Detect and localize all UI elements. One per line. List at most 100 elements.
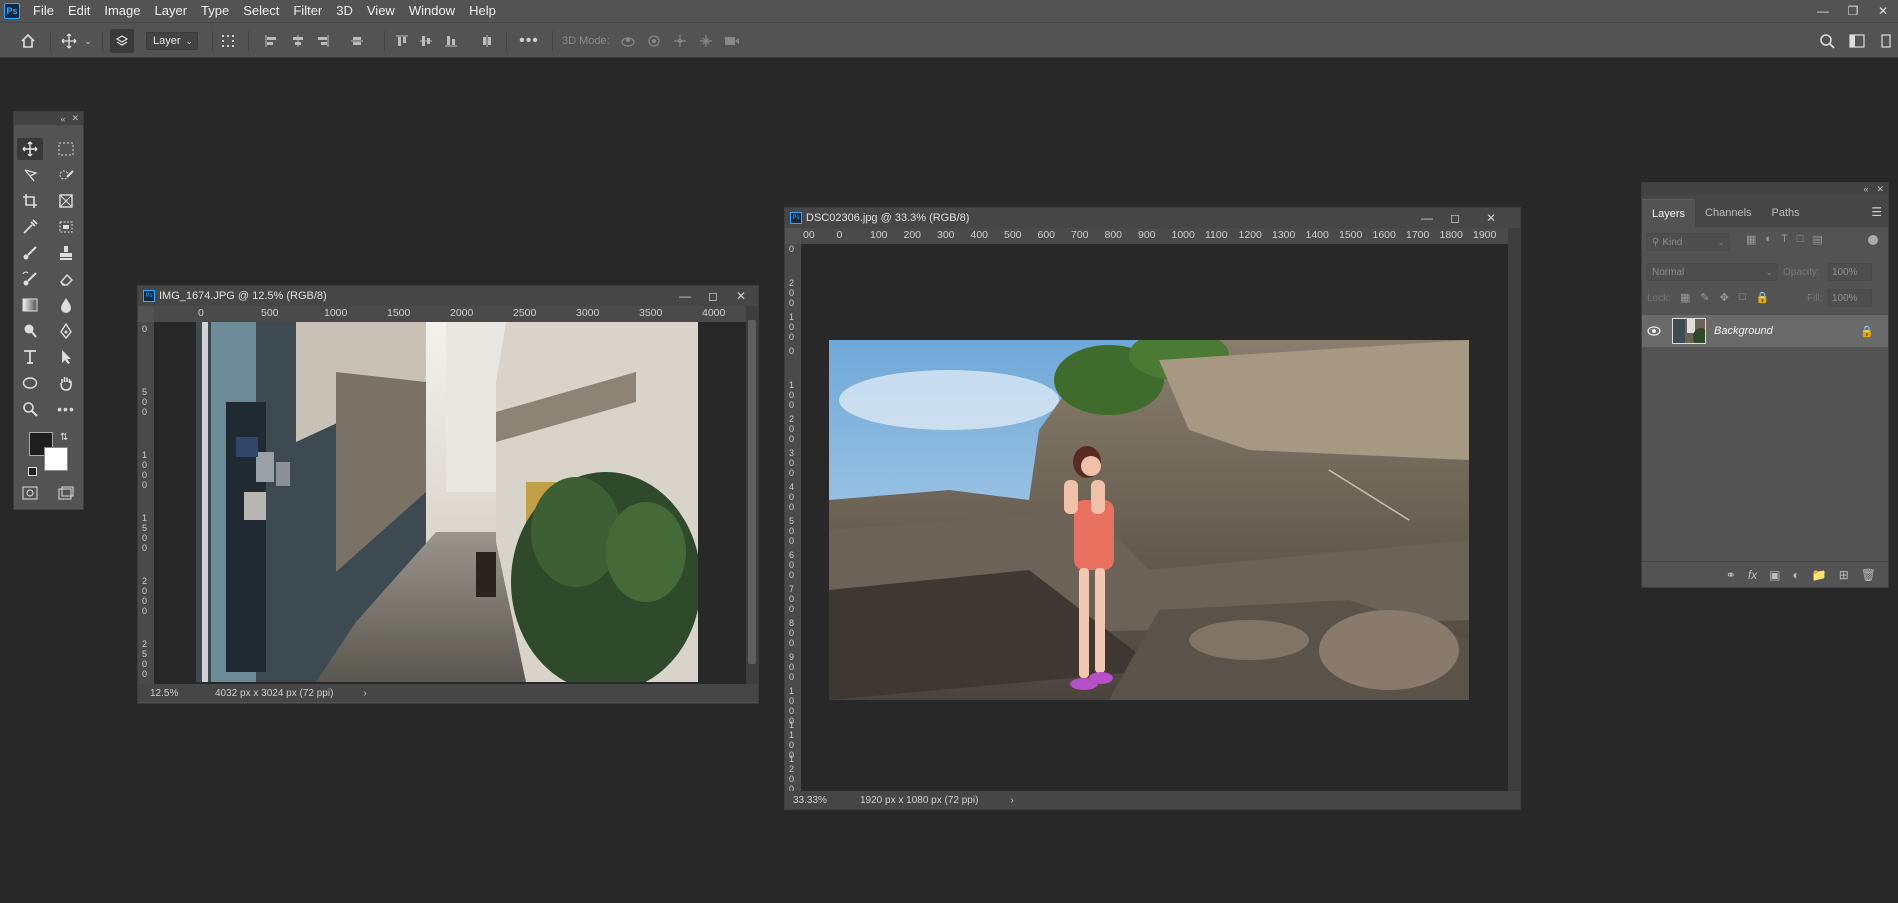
type-tool[interactable] bbox=[17, 346, 43, 368]
vertical-scrollbar[interactable] bbox=[1508, 228, 1520, 791]
align-left-icon[interactable] bbox=[262, 29, 280, 53]
move-tool[interactable] bbox=[17, 138, 43, 160]
mask-icon[interactable]: ▣ bbox=[1769, 568, 1780, 582]
canvas-area[interactable] bbox=[154, 322, 746, 684]
eye-icon[interactable] bbox=[1642, 326, 1666, 336]
distribute-icon[interactable] bbox=[218, 29, 238, 53]
distribute-vertical-icon[interactable] bbox=[478, 29, 496, 53]
zoom-level[interactable]: 33.33% bbox=[785, 795, 835, 806]
chevron-right-icon[interactable]: › bbox=[1010, 795, 1013, 806]
quick-mask[interactable] bbox=[17, 482, 43, 504]
zoom-level[interactable]: 12.5% bbox=[138, 688, 188, 699]
close-icon[interactable]: ✕ bbox=[1868, 0, 1898, 22]
eyedropper-tool[interactable] bbox=[17, 216, 43, 238]
canvas-area[interactable] bbox=[801, 244, 1508, 791]
tab-paths[interactable]: Paths bbox=[1762, 199, 1810, 227]
collapse-icon[interactable]: « bbox=[1863, 184, 1868, 194]
close-icon[interactable]: ✕ bbox=[1480, 208, 1502, 228]
panel-menu-icon[interactable]: ☰ bbox=[1871, 205, 1882, 219]
move-icon[interactable] bbox=[58, 29, 80, 53]
quick-selection-tool[interactable] bbox=[53, 164, 79, 186]
layer-row-background[interactable]: Background 🔒 bbox=[1642, 315, 1888, 347]
maximize-icon[interactable]: ◻ bbox=[702, 286, 724, 306]
filter-smart-object-icon[interactable]: ▤ bbox=[1812, 233, 1822, 246]
chevron-right-icon[interactable]: › bbox=[363, 688, 366, 699]
tab-channels[interactable]: Channels bbox=[1695, 199, 1761, 227]
filter-shape-icon[interactable]: □ bbox=[1797, 233, 1804, 246]
lock-position-icon[interactable]: ✥ bbox=[1720, 291, 1729, 304]
close-icon[interactable]: ✕ bbox=[71, 113, 79, 124]
fx-icon[interactable]: fx bbox=[1748, 568, 1757, 582]
minimize-icon[interactable]: — bbox=[1416, 208, 1438, 228]
background-color-swatch[interactable] bbox=[44, 447, 68, 471]
layers-auto-select-icon[interactable] bbox=[110, 29, 134, 53]
layer-name[interactable]: Background bbox=[1714, 325, 1773, 337]
menu-file[interactable]: File bbox=[26, 0, 61, 22]
menu-view[interactable]: View bbox=[360, 0, 402, 22]
align-bottom-icon[interactable] bbox=[442, 29, 460, 53]
document-title-bar[interactable]: Ps DSC02306.jpg @ 33.3% (RGB/8) — ◻ ✕ bbox=[785, 208, 1520, 228]
restore-icon[interactable]: ❐ bbox=[1838, 0, 1868, 22]
new-layer-icon[interactable]: ⊞ bbox=[1839, 568, 1849, 582]
menu-select[interactable]: Select bbox=[236, 0, 286, 22]
tab-layers[interactable]: Layers bbox=[1642, 199, 1696, 227]
opacity-field[interactable]: 100% bbox=[1828, 263, 1872, 281]
menu-filter[interactable]: Filter bbox=[286, 0, 329, 22]
marquee-tool[interactable] bbox=[53, 138, 79, 160]
close-icon[interactable]: ✕ bbox=[730, 286, 752, 306]
panel-header[interactable]: «✕ bbox=[1642, 183, 1888, 195]
toolbox-header[interactable]: «✕ bbox=[14, 112, 83, 125]
crop-tool[interactable] bbox=[17, 190, 43, 212]
lasso-tool[interactable] bbox=[17, 164, 43, 186]
stamp-tool[interactable] bbox=[53, 242, 79, 264]
ellipse-tool[interactable] bbox=[17, 372, 43, 394]
group-icon[interactable]: 📁 bbox=[1812, 568, 1827, 582]
align-right-icon[interactable] bbox=[314, 29, 332, 53]
pan-3d-icon[interactable] bbox=[669, 29, 691, 53]
minimize-icon[interactable]: — bbox=[1808, 0, 1838, 22]
workspace-icon[interactable] bbox=[1846, 29, 1868, 53]
align-top-icon[interactable] bbox=[393, 29, 411, 53]
adjustment-icon[interactable]: ◐ bbox=[1793, 568, 1800, 582]
chevron-down-icon[interactable]: ⌄ bbox=[82, 29, 94, 53]
auto-select-dropdown[interactable]: Layer ⌄ bbox=[146, 32, 198, 50]
filter-toggle-icon[interactable] bbox=[1868, 235, 1878, 245]
collapse-icon[interactable]: « bbox=[60, 114, 65, 124]
filter-type-icon[interactable]: T bbox=[1781, 233, 1788, 246]
search-icon[interactable] bbox=[1816, 29, 1838, 53]
maximize-icon[interactable]: ◻ bbox=[1444, 208, 1466, 228]
roll-3d-icon[interactable] bbox=[643, 29, 665, 53]
pen-tool[interactable] bbox=[53, 320, 79, 342]
history-brush-tool[interactable] bbox=[17, 268, 43, 290]
document-title-bar[interactable]: Ps IMG_1674.JPG @ 12.5% (RGB/8) — ◻ ✕ bbox=[138, 286, 758, 306]
blur-tool[interactable] bbox=[53, 294, 79, 316]
frame-tool[interactable] bbox=[53, 190, 79, 212]
align-horizontal-center-icon[interactable] bbox=[289, 29, 307, 53]
eraser-tool[interactable] bbox=[53, 268, 79, 290]
align-vertical-center-icon[interactable] bbox=[417, 29, 435, 53]
fill-field[interactable]: 100% bbox=[1828, 289, 1872, 307]
link-icon[interactable]: ⚭ bbox=[1726, 568, 1736, 582]
lock-all-icon[interactable]: 🔒 bbox=[1756, 291, 1770, 304]
distribute-horizontal-icon[interactable] bbox=[348, 29, 366, 53]
screen-mode[interactable] bbox=[53, 482, 79, 504]
share-icon[interactable] bbox=[1880, 29, 1892, 53]
more-tools[interactable]: ••• bbox=[53, 398, 79, 420]
patch-tool[interactable] bbox=[53, 216, 79, 238]
menu-window[interactable]: Window bbox=[402, 0, 462, 22]
menu-layer[interactable]: Layer bbox=[148, 0, 195, 22]
dodge-tool[interactable] bbox=[17, 320, 43, 342]
blend-mode-dropdown[interactable]: Normal ⌄ bbox=[1646, 263, 1778, 281]
menu-image[interactable]: Image bbox=[97, 0, 147, 22]
home-icon[interactable] bbox=[16, 29, 40, 53]
close-icon[interactable]: ✕ bbox=[1876, 184, 1884, 195]
swap-colors-icon[interactable]: ⇅ bbox=[60, 432, 68, 443]
minimize-icon[interactable]: — bbox=[674, 286, 696, 306]
delete-icon[interactable]: 🗑 bbox=[1861, 568, 1876, 582]
menu-edit[interactable]: Edit bbox=[61, 0, 97, 22]
default-colors-icon[interactable] bbox=[28, 467, 37, 476]
filter-adjustment-icon[interactable]: ◐ bbox=[1765, 233, 1772, 246]
slide-3d-icon[interactable] bbox=[695, 29, 717, 53]
scale-3d-icon[interactable] bbox=[721, 29, 743, 53]
lock-transparent-icon[interactable]: ▦ bbox=[1680, 291, 1690, 304]
